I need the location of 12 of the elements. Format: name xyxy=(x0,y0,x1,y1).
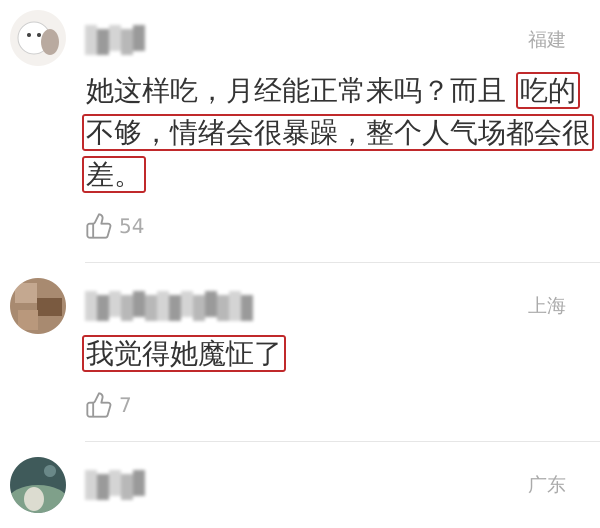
like-icon[interactable] xyxy=(85,212,113,240)
comment-text: 我觉得她魔怔了 xyxy=(82,333,600,375)
location-label: 广东 xyxy=(528,472,566,498)
comment-text: 她这样吃，月经能正常来吗？而且 吃的 xyxy=(82,70,600,112)
like-icon[interactable] xyxy=(85,391,113,419)
location-label: 福建 xyxy=(528,28,566,53)
comment-text: 差。 xyxy=(82,154,600,196)
blurred-username xyxy=(85,25,145,55)
like-count: 7 xyxy=(119,393,132,417)
blurred-username xyxy=(85,470,145,500)
like-count: 54 xyxy=(119,214,144,238)
location-label: 上海 xyxy=(528,294,566,318)
